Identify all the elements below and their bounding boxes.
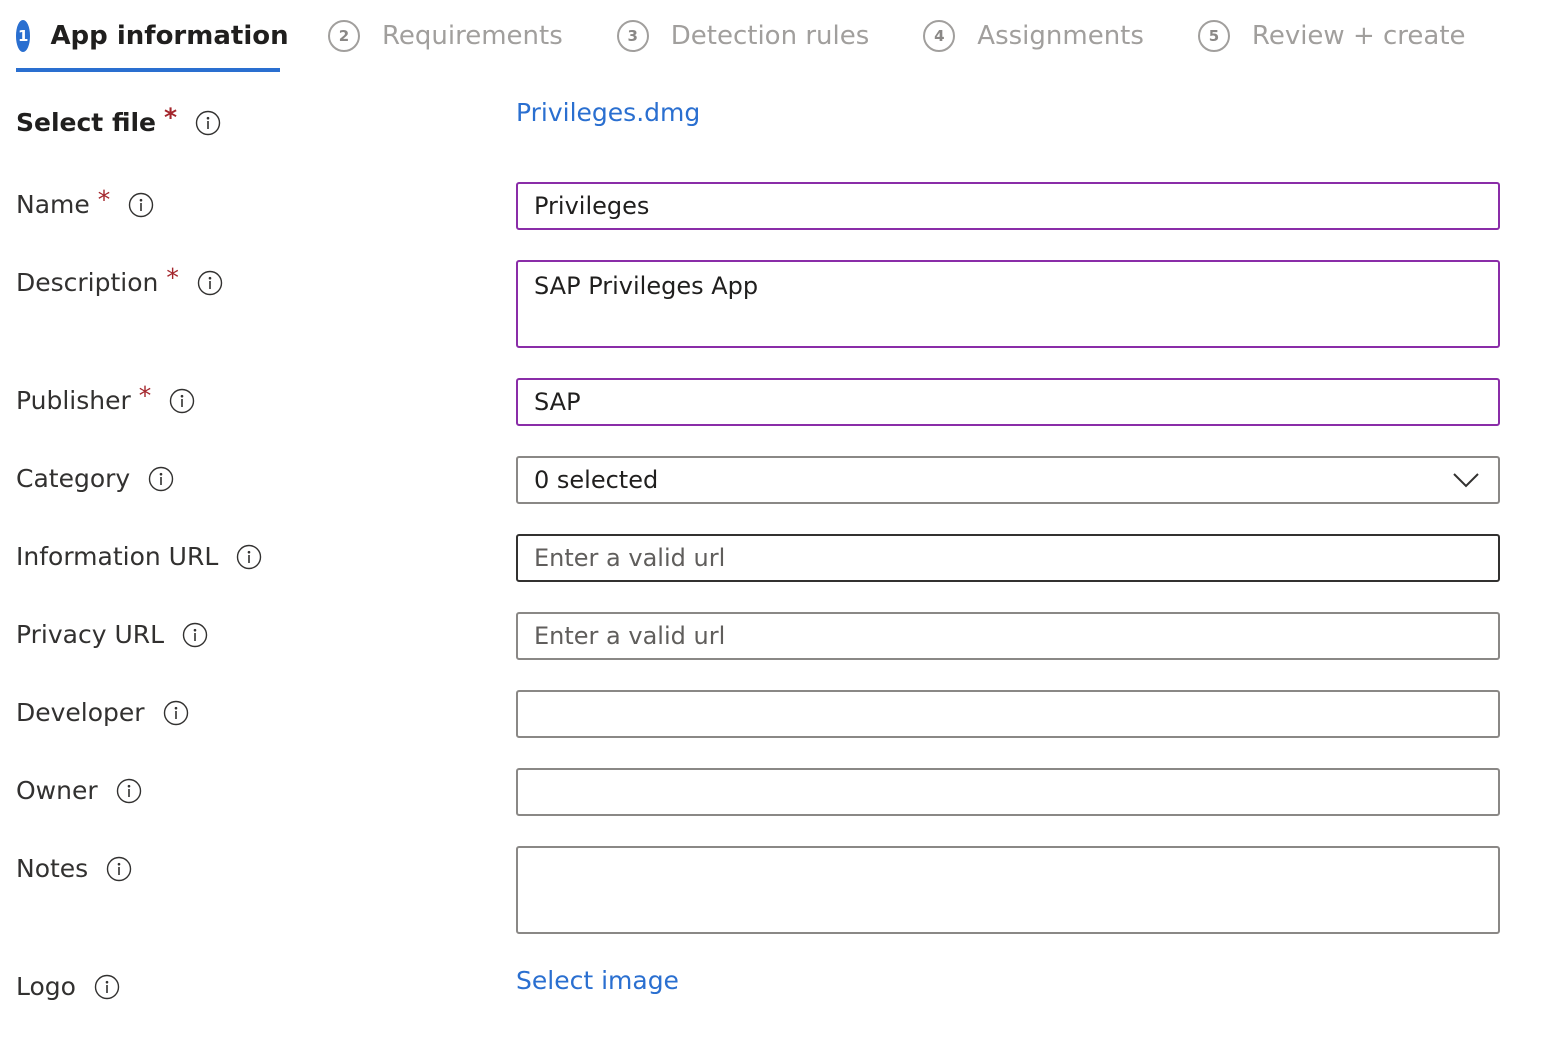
- description-label: Description: [16, 268, 159, 297]
- app-information-page: 1 App information 2 Requirements 3 Detec…: [0, 0, 1560, 1038]
- category-label-row: Category: [16, 464, 174, 493]
- required-asterisk: *: [97, 185, 111, 214]
- wizard-tabs: 1 App information 2 Requirements 3 Detec…: [16, 0, 1466, 74]
- required-asterisk: *: [164, 103, 178, 132]
- tab-label: Assignments: [977, 21, 1144, 51]
- privacy-url-label-row: Privacy URL: [16, 620, 208, 649]
- logo-label-row: Logo: [16, 972, 120, 1001]
- developer-label: Developer: [16, 698, 145, 727]
- category-label: Category: [16, 464, 131, 493]
- description-label-row: Description *: [16, 263, 223, 297]
- info-circle-icon[interactable]: [169, 388, 195, 414]
- tab-label: Review + create: [1251, 21, 1466, 51]
- privacy-url-label: Privacy URL: [16, 620, 165, 649]
- tab-requirements[interactable]: 2 Requirements: [328, 0, 563, 72]
- privacy-url-input[interactable]: [516, 612, 1500, 660]
- info-circle-icon[interactable]: [163, 700, 189, 726]
- step-number-4: 4: [923, 20, 956, 52]
- tab-review-create[interactable]: 5 Review + create: [1197, 0, 1466, 72]
- step-number-1: 1: [16, 20, 31, 52]
- information-url-label: Information URL: [16, 542, 219, 571]
- tab-assignments[interactable]: 4 Assignments: [923, 0, 1144, 72]
- tab-label: App information: [50, 21, 289, 51]
- tab-detection-rules[interactable]: 3 Detection rules: [616, 0, 870, 72]
- tab-app-information[interactable]: 1 App information: [16, 0, 289, 72]
- info-circle-icon[interactable]: [182, 622, 208, 648]
- info-circle-icon[interactable]: [197, 270, 223, 296]
- info-circle-icon[interactable]: [148, 466, 174, 492]
- step-number-3: 3: [616, 20, 649, 52]
- step-number-2: 2: [328, 20, 360, 52]
- information-url-label-row: Information URL: [16, 542, 262, 571]
- info-circle-icon[interactable]: [195, 110, 221, 136]
- publisher-label-row: Publisher *: [16, 381, 195, 415]
- select-image-link[interactable]: Select image: [516, 966, 679, 995]
- developer-label-row: Developer: [16, 698, 189, 727]
- info-circle-icon[interactable]: [116, 778, 142, 804]
- owner-label-row: Owner: [16, 776, 142, 805]
- info-circle-icon[interactable]: [236, 544, 262, 570]
- info-circle-icon[interactable]: [94, 974, 120, 1000]
- owner-label: Owner: [16, 776, 98, 805]
- info-circle-icon[interactable]: [106, 856, 132, 882]
- select-file-label-row: Select file *: [16, 103, 221, 137]
- description-textarea[interactable]: SAP Privileges App: [516, 260, 1500, 348]
- selected-file-link[interactable]: Privileges.dmg: [516, 98, 700, 127]
- owner-input[interactable]: [516, 768, 1500, 816]
- publisher-label: Publisher: [16, 386, 131, 415]
- developer-input[interactable]: [516, 690, 1500, 738]
- info-circle-icon[interactable]: [128, 192, 154, 218]
- name-label: Name: [16, 190, 90, 219]
- publisher-input[interactable]: [516, 378, 1500, 426]
- name-input[interactable]: [516, 182, 1500, 230]
- notes-label-row: Notes: [16, 854, 132, 883]
- select-file-label: Select file: [16, 108, 157, 137]
- required-asterisk: *: [138, 381, 152, 410]
- required-asterisk: *: [166, 263, 179, 292]
- chevron-down-icon: [1452, 472, 1480, 488]
- step-number-5: 5: [1197, 20, 1230, 52]
- notes-label: Notes: [16, 854, 89, 883]
- notes-textarea[interactable]: [516, 846, 1500, 934]
- tab-label: Requirements: [382, 21, 563, 51]
- category-selected-value: 0 selected: [534, 466, 659, 494]
- tab-label: Detection rules: [670, 21, 870, 51]
- name-label-row: Name *: [16, 185, 154, 219]
- logo-label: Logo: [16, 972, 76, 1001]
- category-dropdown[interactable]: 0 selected: [516, 456, 1500, 504]
- information-url-input[interactable]: [516, 534, 1500, 582]
